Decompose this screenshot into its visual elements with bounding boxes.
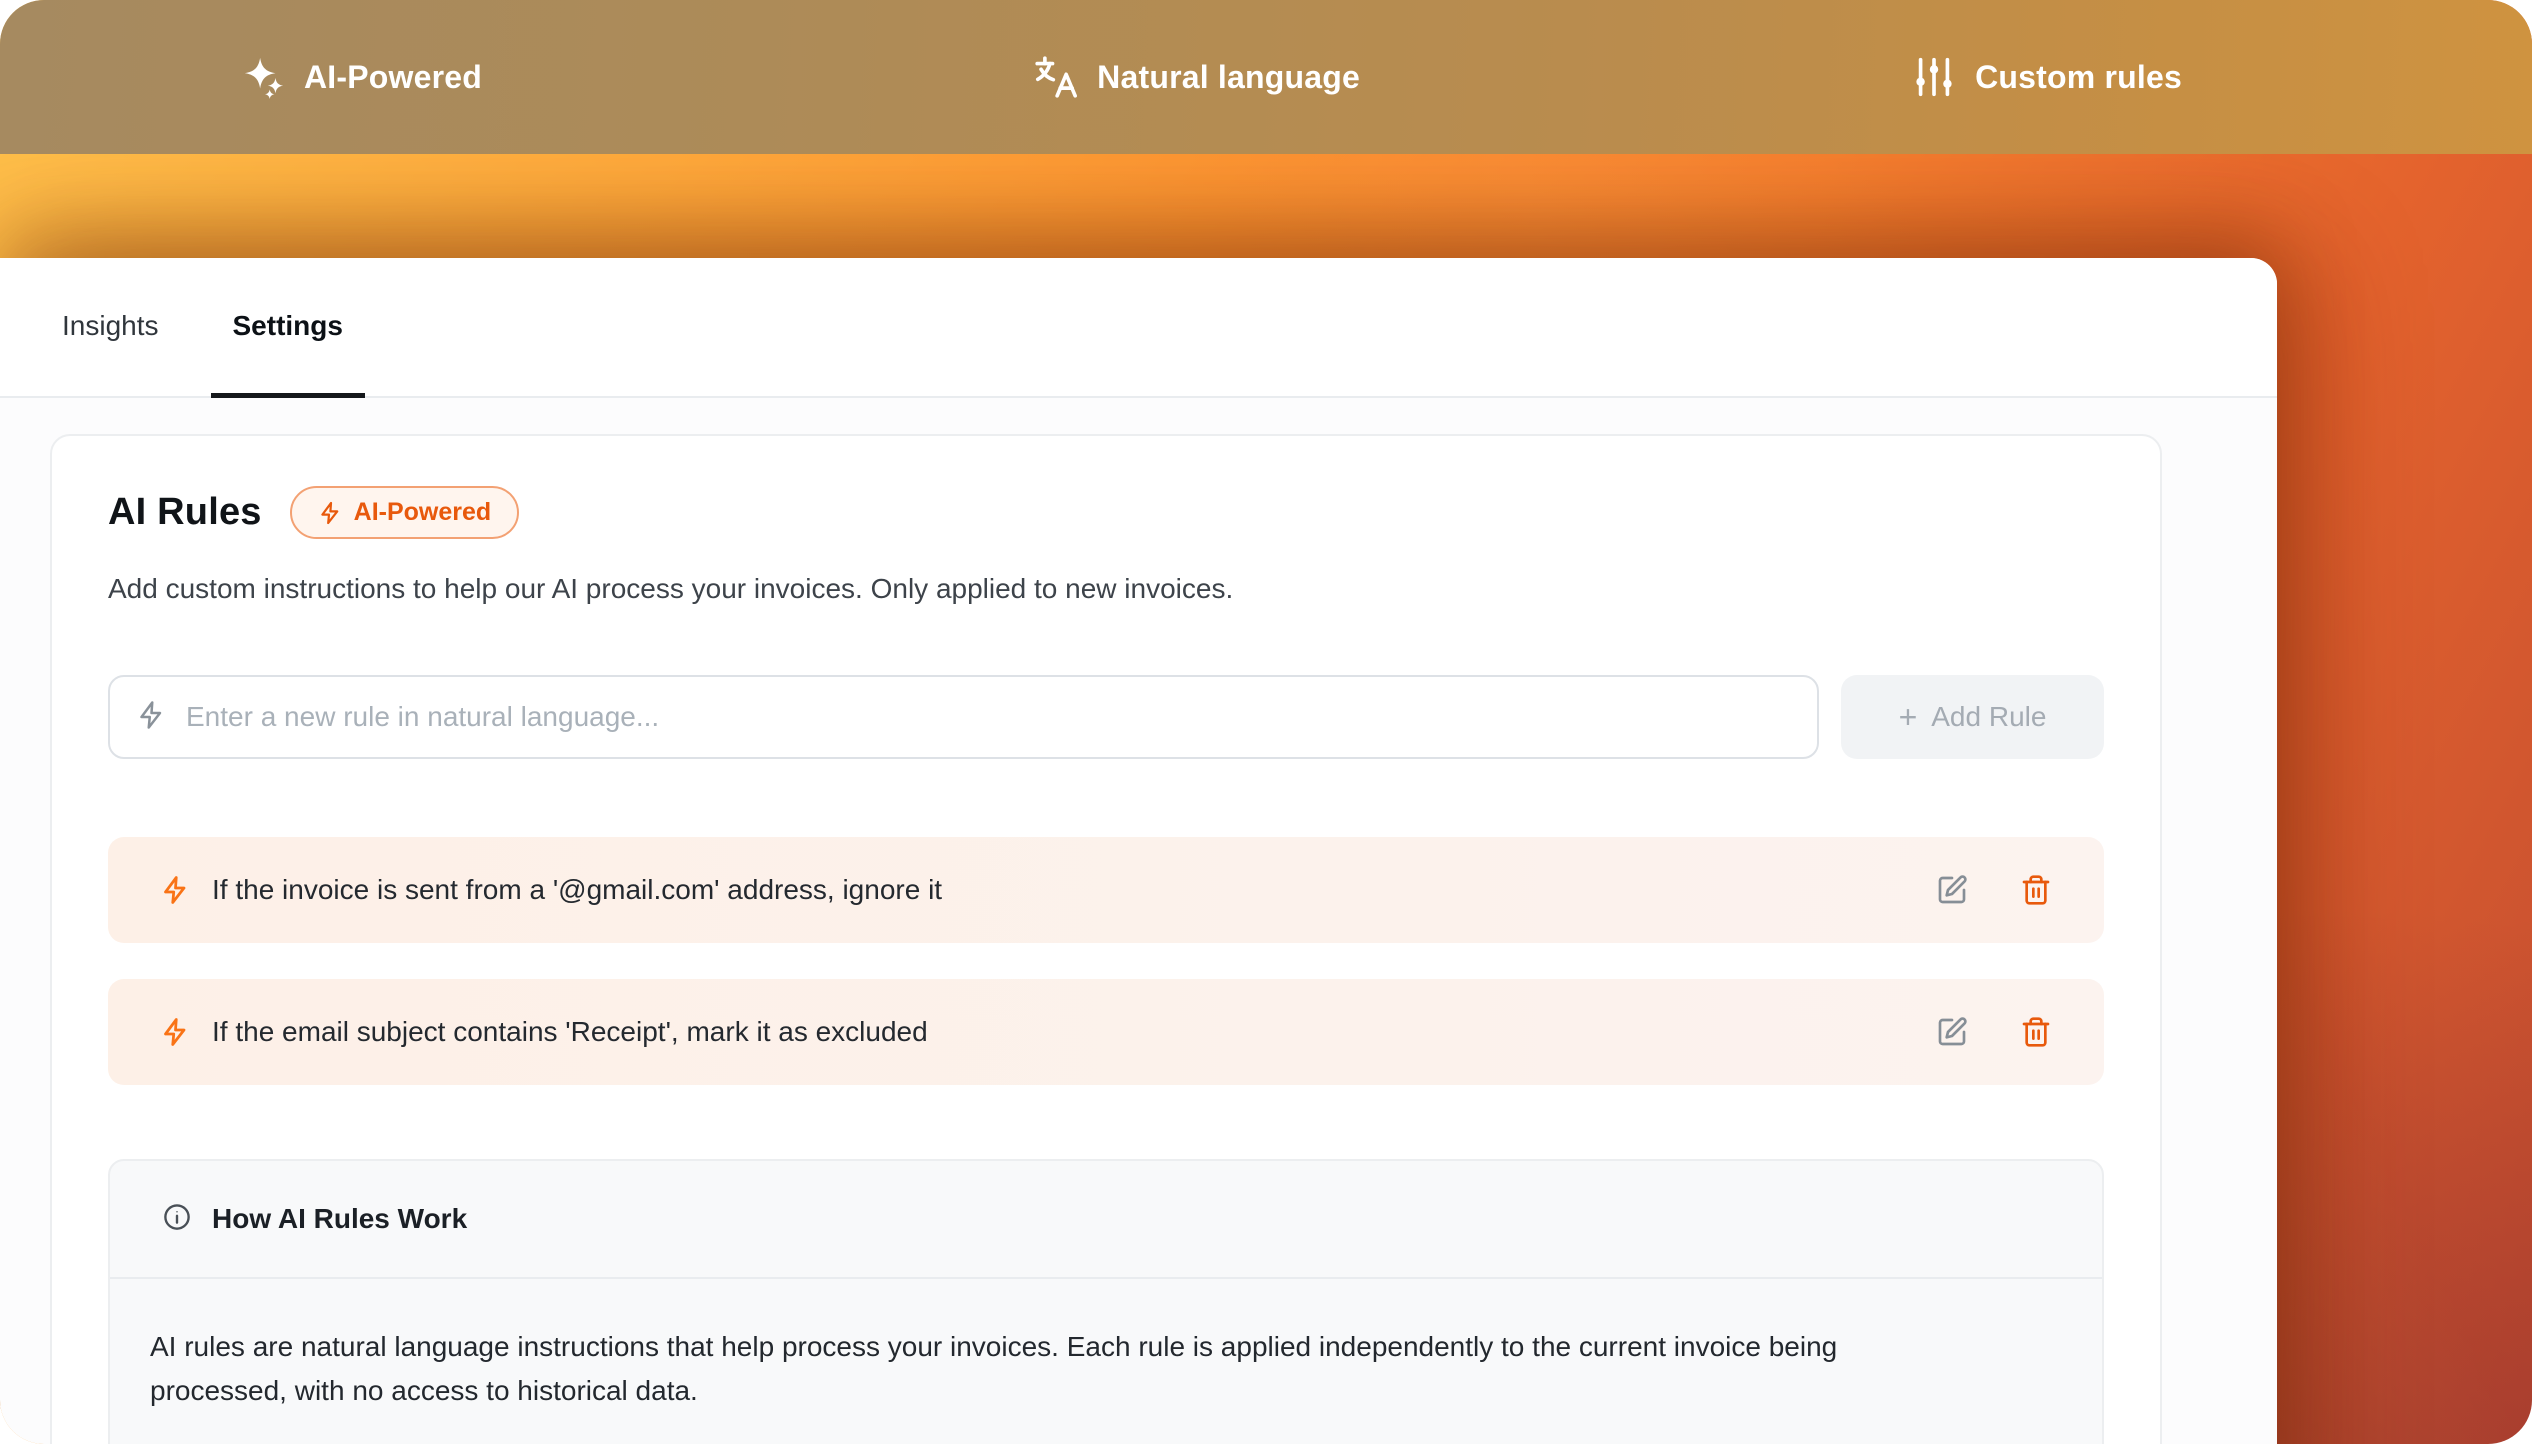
plus-icon: + <box>1899 701 1918 733</box>
ai-rules-heading-row: AI Rules AI-Powered <box>108 486 2104 539</box>
app-window: Insights Settings AI Rules AI-Powered Ad… <box>0 258 2277 1444</box>
tab-insights[interactable]: Insights <box>40 258 181 398</box>
delete-rule-button[interactable] <box>2016 870 2056 910</box>
zap-icon <box>160 1017 190 1047</box>
page-title: AI Rules <box>108 491 262 534</box>
tab-bar: Insights Settings <box>0 258 2277 398</box>
add-rule-label: Add Rule <box>1931 701 2046 733</box>
edit-icon <box>1936 874 1968 906</box>
rule-actions <box>1932 870 2056 910</box>
zap-icon <box>160 875 190 905</box>
new-rule-input[interactable] <box>186 701 1791 733</box>
ai-rules-card: AI Rules AI-Powered Add custom instructi… <box>50 434 2162 1444</box>
rule-actions <box>1932 1012 2056 1052</box>
banner-item-ai-powered: AI-Powered <box>240 54 482 100</box>
feature-banner: AI-Powered Natural language <box>0 0 2532 154</box>
trash-icon <box>2020 874 2052 906</box>
banner-label: Custom rules <box>1975 59 2182 96</box>
rule-text: If the invoice is sent from a '@gmail.co… <box>212 874 1910 906</box>
zap-icon <box>136 700 166 735</box>
banner-item-custom-rules: Custom rules <box>1911 54 2182 100</box>
info-icon <box>162 1202 192 1237</box>
info-box-title: How AI Rules Work <box>212 1203 467 1235</box>
rule-row: If the email subject contains 'Receipt',… <box>108 979 2104 1085</box>
edit-rule-button[interactable] <box>1932 1012 1972 1052</box>
edit-icon <box>1936 1016 1968 1048</box>
edit-rule-button[interactable] <box>1932 870 1972 910</box>
rule-input-wrap <box>108 675 1819 759</box>
rule-input-row: + Add Rule <box>108 675 2104 759</box>
delete-rule-button[interactable] <box>2016 1012 2056 1052</box>
sliders-icon <box>1911 54 1957 100</box>
banner-label: AI-Powered <box>304 59 482 96</box>
tab-settings[interactable]: Settings <box>211 258 365 398</box>
sparkles-icon <box>240 54 286 100</box>
translate-icon <box>1033 54 1079 100</box>
info-box-header: How AI Rules Work <box>110 1161 2102 1279</box>
ai-rules-description: Add custom instructions to help our AI p… <box>108 573 2104 605</box>
rules-list: If the invoice is sent from a '@gmail.co… <box>108 837 2104 1085</box>
add-rule-button[interactable]: + Add Rule <box>1841 675 2104 759</box>
screenshot-root: AI-Powered Natural language <box>0 0 2532 1444</box>
how-ai-rules-work-box: How AI Rules Work AI rules are natural l… <box>108 1159 2104 1444</box>
badge-label: AI-Powered <box>354 498 492 527</box>
banner-item-natural-language: Natural language <box>1033 54 1360 100</box>
rule-text: If the email subject contains 'Receipt',… <box>212 1016 1910 1048</box>
rule-row: If the invoice is sent from a '@gmail.co… <box>108 837 2104 943</box>
zap-icon <box>318 501 342 525</box>
trash-icon <box>2020 1016 2052 1048</box>
banner-label: Natural language <box>1097 59 1360 96</box>
info-box-body: AI rules are natural language instructio… <box>110 1279 2010 1444</box>
ai-powered-badge: AI-Powered <box>290 486 520 539</box>
